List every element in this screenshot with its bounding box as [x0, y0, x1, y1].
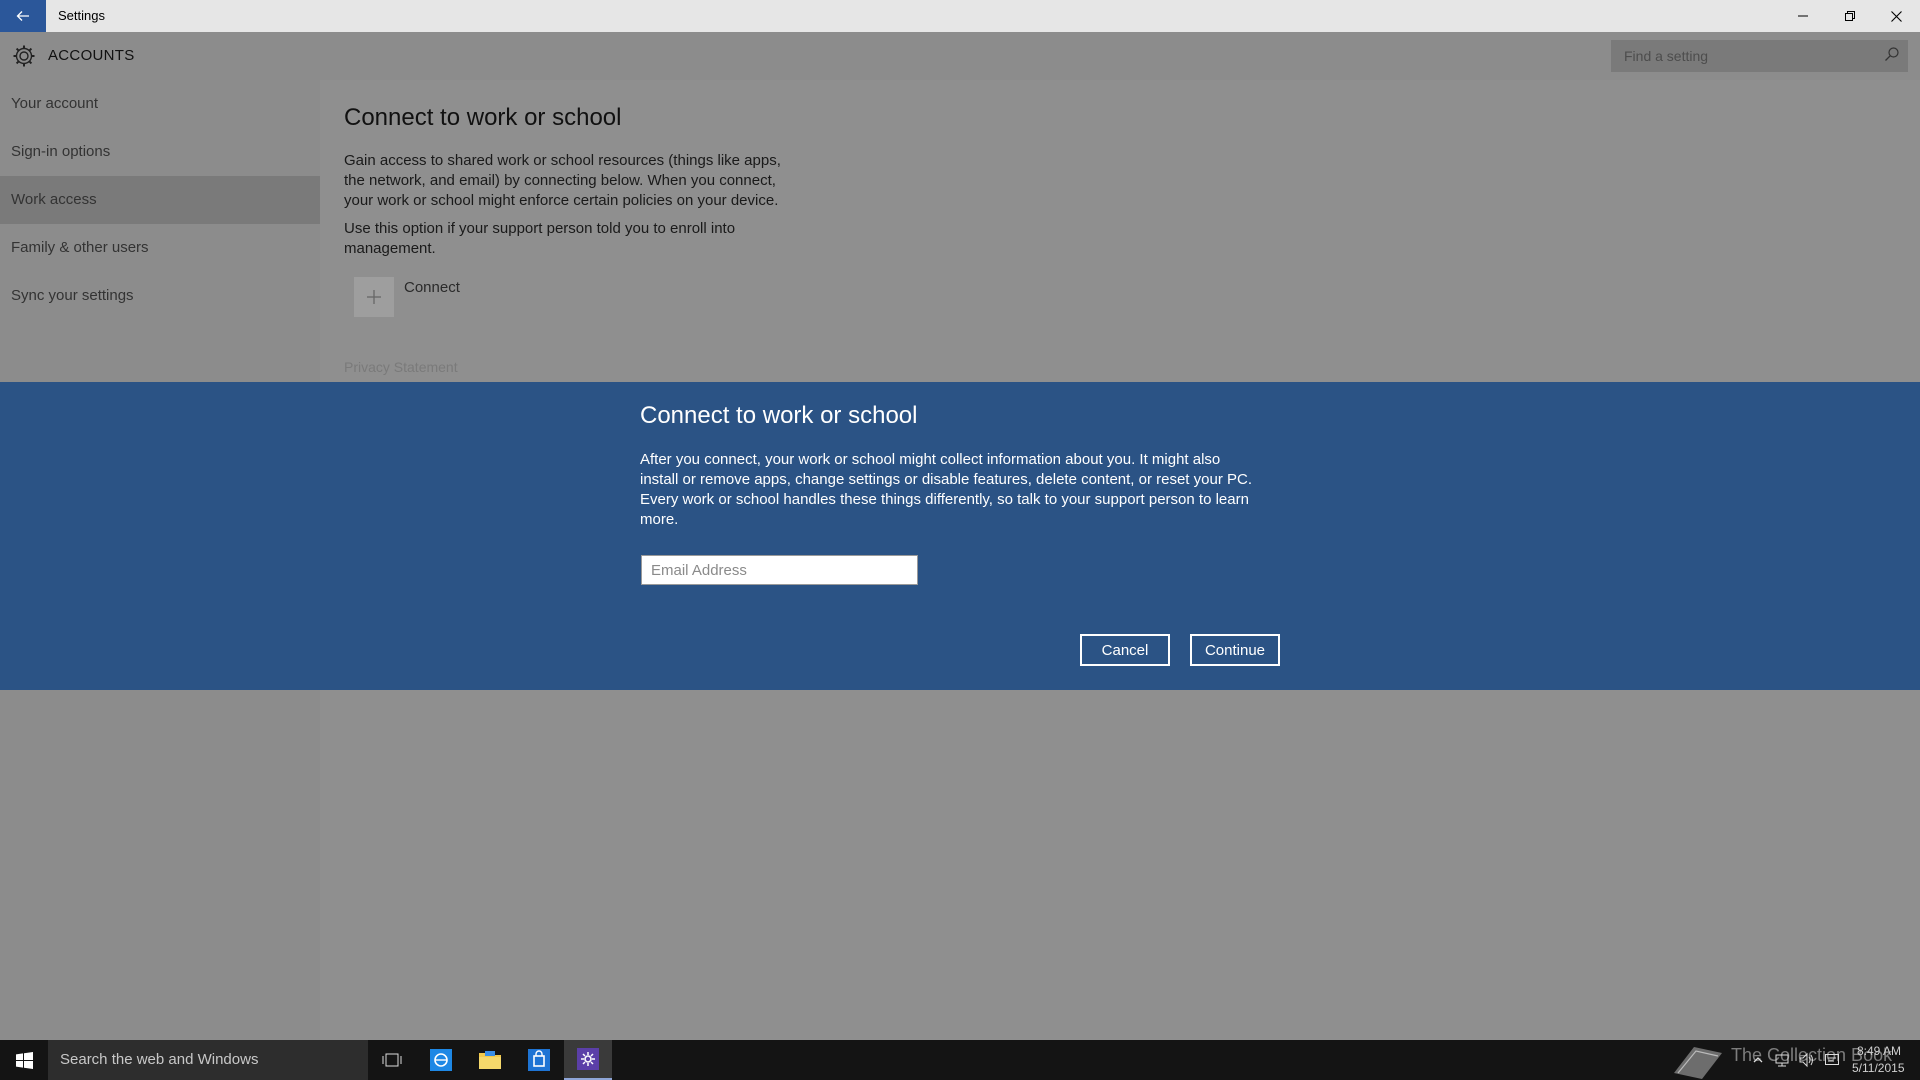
store-icon	[528, 1049, 550, 1071]
settings-icon	[577, 1048, 599, 1070]
dialog-title: Connect to work or school	[640, 402, 918, 429]
page-section-title: ACCOUNTS	[48, 47, 135, 64]
connect-label[interactable]: Connect	[404, 279, 460, 296]
taskbar-search-box[interactable]: Search the web and Windows	[48, 1040, 368, 1080]
minimize-icon	[1798, 15, 1808, 17]
connect-dialog	[0, 382, 1920, 690]
restore-button[interactable]	[1827, 0, 1873, 32]
sidebar-item-label: Work access	[11, 191, 97, 208]
task-view-icon	[382, 1053, 402, 1067]
window-title: Settings	[58, 8, 105, 23]
search-icon[interactable]	[1884, 46, 1900, 62]
volume-icon[interactable]	[1798, 1052, 1814, 1068]
search-input[interactable]	[1622, 46, 1872, 66]
gear-icon	[13, 45, 35, 67]
sidebar-item-sync-settings[interactable]: Sync your settings	[0, 272, 320, 320]
ie-icon	[430, 1049, 452, 1071]
store-button[interactable]	[515, 1040, 563, 1080]
minimize-button[interactable]	[1780, 0, 1826, 32]
page-title: Connect to work or school	[344, 104, 622, 131]
file-explorer-icon	[479, 1051, 501, 1069]
plus-icon	[367, 290, 381, 304]
sidebar-item-label: Sign-in options	[11, 143, 111, 160]
sidebar-item-your-account[interactable]: Your account	[0, 80, 320, 128]
sidebar-item-sign-in-options[interactable]: Sign-in options	[0, 128, 320, 176]
sidebar-item-family-other-users[interactable]: Family & other users	[0, 224, 320, 272]
dialog-body: After you connect, your work or school m…	[640, 451, 1252, 528]
enroll-note: Use this option if your support person t…	[344, 220, 736, 257]
sidebar-item-label: Your account	[11, 95, 99, 112]
sidebar-item-work-access[interactable]: Work access	[0, 176, 320, 224]
title-bar: Settings	[0, 0, 1920, 32]
continue-button[interactable]: Continue	[1190, 634, 1280, 666]
file-explorer-button[interactable]	[466, 1040, 514, 1080]
settings-taskbar-button[interactable]	[564, 1040, 612, 1080]
work-access-description: Gain access to shared work or school res…	[344, 152, 781, 209]
restore-icon	[1845, 11, 1855, 21]
clock-time[interactable]: 8:49 AM	[1857, 1044, 1901, 1058]
start-button[interactable]	[0, 1040, 48, 1080]
windows-logo-icon	[15, 1051, 33, 1069]
back-arrow-icon	[16, 11, 29, 21]
connect-button[interactable]	[354, 277, 394, 317]
email-field[interactable]	[641, 555, 918, 585]
network-icon[interactable]	[1774, 1052, 1790, 1068]
show-hidden-icons-icon[interactable]	[1750, 1052, 1766, 1068]
sidebar-item-label: Sync your settings	[11, 287, 134, 304]
close-button[interactable]	[1873, 0, 1919, 32]
ie-button[interactable]	[417, 1040, 465, 1080]
sidebar-item-label: Family & other users	[11, 239, 149, 256]
back-button[interactable]	[0, 0, 46, 32]
cancel-button[interactable]: Cancel	[1080, 634, 1170, 666]
clock-date[interactable]: 5/11/2015	[1852, 1061, 1905, 1075]
task-view-button[interactable]	[368, 1040, 416, 1080]
taskbar: Search the web and Windows	[0, 1040, 1920, 1080]
privacy-statement-link[interactable]: Privacy Statement	[344, 359, 458, 375]
close-icon	[1890, 10, 1902, 22]
action-center-icon[interactable]	[1824, 1052, 1840, 1068]
